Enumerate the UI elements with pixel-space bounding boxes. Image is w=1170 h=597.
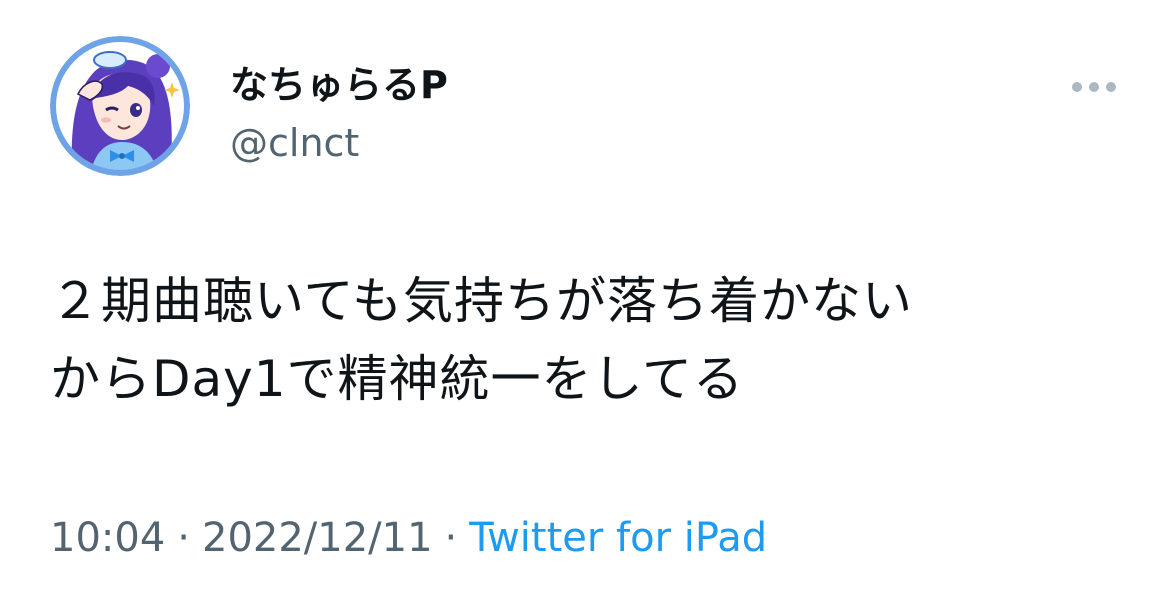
more-options-icon[interactable] (1072, 72, 1116, 102)
dot (1072, 82, 1082, 92)
meta-separator: · (177, 515, 190, 561)
tweet-meta: 10:04 · 2022/12/11 · Twitter for iPad (50, 512, 767, 564)
tweet-time[interactable]: 10:04 (50, 515, 165, 561)
dot (1089, 82, 1099, 92)
avatar[interactable] (50, 36, 190, 176)
username-handle[interactable]: @clnct (230, 120, 359, 166)
tweet-date[interactable]: 2022/12/11 (202, 515, 433, 561)
tweet-text: ２期曲聴いても気持ちが落ち着かない からDay1で精神統一をしてる (50, 272, 913, 408)
meta-separator: · (444, 515, 458, 561)
dot (1106, 82, 1116, 92)
tweet-source-link[interactable]: Twitter for iPad (469, 515, 767, 561)
anime-girl-avatar-icon (50, 36, 190, 176)
display-name[interactable]: なちゅらるP (230, 62, 448, 108)
tweet-card: なちゅらるP @clnct ２期曲聴いても気持ちが落ち着かない からDay1で精… (0, 0, 1170, 597)
